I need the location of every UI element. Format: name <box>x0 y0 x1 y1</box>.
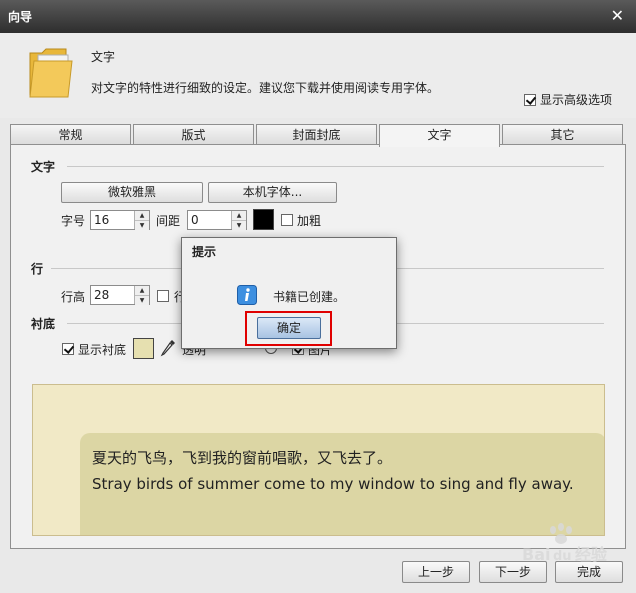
ok-button[interactable]: 确定 <box>257 317 321 339</box>
svg-text:Bai: Bai <box>522 545 550 564</box>
stepper-arrows[interactable]: ▲ ▼ <box>231 211 246 230</box>
line-height-label: 行高 <box>61 290 86 304</box>
font-size-label: 字号 <box>61 214 86 228</box>
prev-button[interactable]: 上一步 <box>402 561 470 583</box>
preview-area: 夏天的飞鸟，飞到我的窗前唱歌，又飞去了。 Stray birds of summ… <box>32 384 605 536</box>
svg-text:经验: 经验 <box>575 545 608 564</box>
tab-general[interactable]: 常规 <box>10 124 131 144</box>
down-arrow-icon[interactable]: ▼ <box>135 221 149 230</box>
message-dialog: 提示 书籍已创建。 确定 <box>181 237 397 349</box>
section-heading-line: 行 <box>31 262 44 276</box>
advanced-options-label: 显示高级选项 <box>540 93 613 107</box>
spacing-value[interactable]: 0 <box>188 211 231 229</box>
down-arrow-icon[interactable]: ▼ <box>232 221 246 230</box>
wizard-window: 向导 ✕ 文字 对文字的特性进行细致的设定。建议您下载并使用阅读专用字体。 显示… <box>0 0 636 593</box>
up-arrow-icon[interactable]: ▲ <box>135 286 149 296</box>
font-size-value[interactable]: 16 <box>91 211 134 229</box>
tab-text[interactable]: 文字 <box>379 124 500 147</box>
preview-text-english: Stray birds of summer come to my window … <box>92 475 574 493</box>
section-heading-background: 衬底 <box>31 317 56 331</box>
font-size-stepper[interactable]: 16 ▲ ▼ <box>90 210 150 230</box>
down-arrow-icon[interactable]: ▼ <box>135 296 149 305</box>
line-option-checkbox[interactable] <box>157 290 169 302</box>
folder-icon <box>29 48 73 98</box>
header-title: 文字 <box>91 50 116 64</box>
bold-label: 加粗 <box>297 214 322 228</box>
eyedropper-icon[interactable] <box>160 339 176 357</box>
local-font-button[interactable]: 本机字体... <box>208 182 337 203</box>
show-background-checkbox[interactable] <box>62 343 74 355</box>
info-icon <box>237 285 257 305</box>
watermark-logo: Bai du 经验 <box>522 523 608 564</box>
background-color-swatch[interactable] <box>133 338 154 359</box>
preview-text-chinese: 夏天的飞鸟，飞到我的窗前唱歌，又飞去了。 <box>92 449 393 467</box>
tab-layout[interactable]: 版式 <box>133 124 254 144</box>
dialog-message: 书籍已创建。 <box>273 290 346 304</box>
header-description: 对文字的特性进行细致的设定。建议您下载并使用阅读专用字体。 <box>91 81 440 95</box>
window-title: 向导 <box>8 10 33 24</box>
section-heading-text: 文字 <box>31 160 56 174</box>
tab-bar: 常规 版式 封面封底 文字 其它 <box>10 124 626 147</box>
stepper-arrows[interactable]: ▲ ▼ <box>134 286 149 305</box>
dialog-title: 提示 <box>192 245 217 259</box>
line-height-stepper[interactable]: 28 ▲ ▼ <box>90 285 150 305</box>
font-button[interactable]: 微软雅黑 <box>61 182 203 203</box>
header: 文字 对文字的特性进行细致的设定。建议您下载并使用阅读专用字体。 显示高级选项 <box>0 33 636 118</box>
bold-checkbox[interactable] <box>281 214 293 226</box>
advanced-options-toggle[interactable]: 显示高级选项 <box>524 91 612 108</box>
svg-text:du: du <box>553 549 572 564</box>
text-color-swatch[interactable] <box>253 209 274 230</box>
stepper-arrows[interactable]: ▲ ▼ <box>134 211 149 230</box>
tab-other[interactable]: 其它 <box>502 124 623 144</box>
title-bar: 向导 ✕ <box>0 0 636 33</box>
close-icon[interactable]: ✕ <box>611 6 624 25</box>
up-arrow-icon[interactable]: ▲ <box>135 211 149 221</box>
tab-cover[interactable]: 封面封底 <box>256 124 377 144</box>
line-height-value[interactable]: 28 <box>91 286 134 304</box>
section-divider <box>67 166 604 167</box>
spacing-stepper[interactable]: 0 ▲ ▼ <box>187 210 247 230</box>
spacing-label: 间距 <box>156 214 181 228</box>
show-background-label: 显示衬底 <box>78 343 127 357</box>
up-arrow-icon[interactable]: ▲ <box>232 211 246 221</box>
advanced-options-checkbox[interactable] <box>524 93 536 106</box>
